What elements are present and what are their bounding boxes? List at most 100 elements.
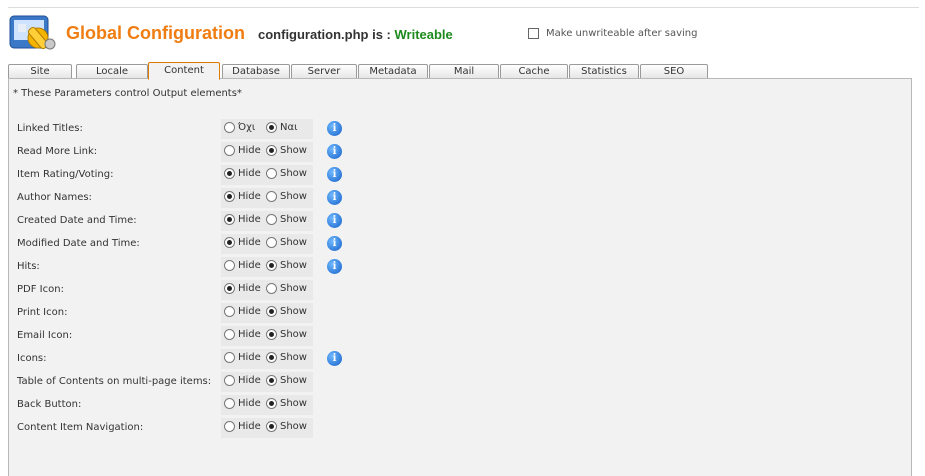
option-1-radio[interactable]: Hide (224, 329, 261, 340)
setting-options: Hide Show (221, 165, 313, 185)
option-2-radio[interactable]: Show (266, 191, 307, 202)
option-2-radio[interactable]: Ναι (266, 122, 297, 133)
radio-button[interactable] (266, 260, 277, 271)
option-1-radio[interactable]: Hide (224, 191, 261, 202)
option-1-radio[interactable]: Hide (224, 398, 261, 409)
radio-button[interactable] (224, 145, 235, 156)
tab-mail[interactable]: Mail (429, 64, 499, 78)
radio-button[interactable] (266, 375, 277, 386)
info-icon[interactable]: i (327, 236, 342, 251)
option-1-radio[interactable]: Hide (224, 145, 261, 156)
option-1-radio[interactable]: Hide (224, 260, 261, 271)
make-unwriteable-option[interactable]: Make unwriteable after saving (528, 28, 697, 39)
radio-button[interactable] (224, 168, 235, 179)
option-1-radio[interactable]: Όχι (224, 122, 255, 133)
radio-label: Hide (238, 306, 261, 317)
radio-button[interactable] (224, 237, 235, 248)
setting-options: Hide Show (221, 234, 313, 254)
radio-button[interactable] (224, 352, 235, 363)
option-2-radio[interactable]: Show (266, 398, 307, 409)
option-1-radio[interactable]: Hide (224, 214, 261, 225)
tab-content[interactable]: Content (148, 62, 220, 80)
option-2-radio[interactable]: Show (266, 168, 307, 179)
tab-server[interactable]: Server (291, 64, 357, 78)
setting-row: Table of Contents on multi-page items: Hi… (9, 372, 909, 392)
info-icon[interactable]: i (327, 167, 342, 182)
option-2-radio[interactable]: Show (266, 145, 307, 156)
radio-button[interactable] (224, 306, 235, 317)
radio-button[interactable] (266, 421, 277, 432)
info-icon[interactable]: i (327, 213, 342, 228)
option-1-radio[interactable]: Hide (224, 375, 261, 386)
option-2-radio[interactable]: Show (266, 214, 307, 225)
setting-label: Icons: (17, 353, 47, 364)
radio-button[interactable] (266, 398, 277, 409)
option-2-radio[interactable]: Show (266, 352, 307, 363)
radio-label: Hide (238, 421, 261, 432)
radio-label: Hide (238, 260, 261, 271)
radio-button[interactable] (266, 306, 277, 317)
setting-label: Back Button: (17, 399, 82, 410)
option-2-radio[interactable]: Show (266, 329, 307, 340)
tab-site[interactable]: Site (8, 64, 72, 78)
make-unwriteable-checkbox[interactable] (528, 28, 539, 39)
info-icon[interactable]: i (327, 351, 342, 366)
setting-options: Hide Show (221, 372, 313, 392)
option-1-radio[interactable]: Hide (224, 168, 261, 179)
option-2-radio[interactable]: Show (266, 306, 307, 317)
option-1-radio[interactable]: Hide (224, 283, 261, 294)
option-1-radio[interactable]: Hide (224, 237, 261, 248)
content-settings-panel: * These Parameters control Output elemen… (8, 78, 912, 476)
radio-button[interactable] (266, 191, 277, 202)
option-2-radio[interactable]: Show (266, 375, 307, 386)
radio-button[interactable] (224, 260, 235, 271)
option-2-radio[interactable]: Show (266, 421, 307, 432)
radio-button[interactable] (266, 352, 277, 363)
radio-button[interactable] (266, 168, 277, 179)
option-2-radio[interactable]: Show (266, 283, 307, 294)
page-title: Global Configuration (66, 23, 245, 43)
radio-button[interactable] (266, 237, 277, 248)
radio-button[interactable] (266, 329, 277, 340)
setting-row: Email Icon: Hide Show (9, 326, 909, 346)
radio-button[interactable] (224, 283, 235, 294)
radio-button[interactable] (224, 421, 235, 432)
option-1-radio[interactable]: Hide (224, 306, 261, 317)
setting-label: Table of Contents on multi-page items: (17, 376, 212, 387)
info-icon[interactable]: i (327, 144, 342, 159)
radio-button[interactable] (224, 398, 235, 409)
radio-button[interactable] (224, 214, 235, 225)
radio-button[interactable] (266, 145, 277, 156)
radio-label: Show (280, 329, 307, 340)
tab-metadata[interactable]: Metadata (358, 64, 428, 78)
radio-label: Hide (238, 145, 261, 156)
option-2-radio[interactable]: Show (266, 237, 307, 248)
config-file-status: configuration.php is : Writeable (258, 27, 453, 42)
radio-button[interactable] (266, 122, 277, 133)
radio-button[interactable] (266, 283, 277, 294)
setting-options: Hide Show (221, 326, 313, 346)
radio-button[interactable] (266, 214, 277, 225)
radio-label: Hide (238, 168, 261, 179)
header: Global Configuration configuration.php i… (8, 10, 908, 54)
tab-statistics[interactable]: Statistics (569, 64, 639, 78)
info-icon[interactable]: i (327, 259, 342, 274)
tab-database[interactable]: Database (222, 64, 290, 78)
info-icon[interactable]: i (327, 190, 342, 205)
radio-button[interactable] (224, 375, 235, 386)
option-1-radio[interactable]: Hide (224, 352, 261, 363)
configuration-logo-icon (9, 15, 56, 50)
setting-options: Hide Show (221, 142, 313, 162)
info-icon[interactable]: i (327, 121, 342, 136)
option-1-radio[interactable]: Hide (224, 421, 261, 432)
radio-button[interactable] (224, 122, 235, 133)
setting-row: PDF Icon: Hide Show (9, 280, 909, 300)
tab-seo[interactable]: SEO (640, 64, 708, 78)
tab-locale[interactable]: Locale (76, 64, 148, 78)
radio-button[interactable] (224, 329, 235, 340)
setting-options: Hide Show (221, 211, 313, 231)
option-2-radio[interactable]: Show (266, 260, 307, 271)
config-status-prefix: configuration.php is : (258, 27, 395, 42)
tab-cache[interactable]: Cache (500, 64, 568, 78)
radio-button[interactable] (224, 191, 235, 202)
